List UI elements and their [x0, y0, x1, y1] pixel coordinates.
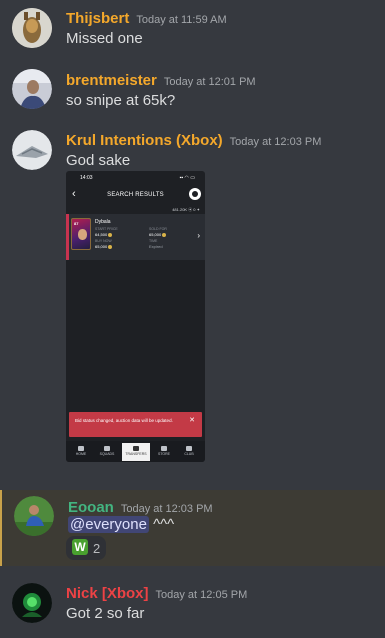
- settings-icon: [189, 188, 201, 200]
- transfers-icon: [133, 446, 139, 451]
- w-emoji-icon: W: [72, 539, 88, 555]
- coin-icon: [162, 232, 167, 237]
- timestamp: Today at 11:59 AM: [136, 14, 227, 26]
- timestamp: Today at 12:01 PM: [163, 76, 256, 88]
- image-attachment[interactable]: 14:03 ▪▪ ◠ ▭ ‹ SEARCH RESULTS 481.20K ⦿ …: [66, 171, 205, 462]
- listing-accent: [66, 214, 69, 260]
- time-value: Expired: [149, 244, 163, 249]
- username[interactable]: Thijsbert Today at 11:59 AM: [66, 10, 227, 27]
- avatar[interactable]: [12, 8, 52, 48]
- close-icon: ✕: [189, 417, 195, 424]
- message-text: so snipe at 65k?: [66, 92, 176, 109]
- username[interactable]: Nick [Xbox] Today at 12:05 PM: [66, 585, 247, 602]
- home-icon: [78, 446, 84, 451]
- reaction-button[interactable]: W 2: [66, 536, 106, 560]
- tab-store: STORE: [152, 443, 176, 461]
- player-card-image: 87: [71, 218, 91, 250]
- coin-balance: 481.20K ⦿ 0 ✦: [172, 207, 200, 212]
- message-nick: Nick [Xbox] Today at 12:05 PM Got 2 so fa…: [0, 578, 385, 638]
- timestamp: Today at 12:03 PM: [120, 503, 213, 515]
- player-face: [78, 229, 87, 240]
- message-brentmeister: brentmeister Today at 12:01 PM so snipe a…: [0, 62, 385, 122]
- player-name: Dybala: [95, 219, 111, 225]
- start-price: 64,500: [95, 232, 113, 237]
- message-text: @everyone ^^^: [68, 516, 174, 533]
- message-body: ^^^: [153, 516, 175, 533]
- tab-club: CLUB: [177, 443, 201, 461]
- signal-icons: ▪▪ ◠ ▭: [179, 175, 195, 181]
- message-thijsbert: Thijsbert Today at 11:59 AM Missed one: [0, 0, 385, 60]
- phone-status-bar: 14:03 ▪▪ ◠ ▭: [66, 171, 205, 183]
- sold-for-label: SOLD FOR: [149, 227, 167, 231]
- time-label: TIME: [149, 239, 158, 243]
- message-text: Got 2 so far: [66, 605, 145, 622]
- screen-title: SEARCH RESULTS: [107, 192, 164, 198]
- message-eooan: Eooan Today at 12:03 PM @everyone ^^^: [0, 490, 385, 566]
- start-price-label: START PRICE: [95, 227, 118, 231]
- sold-for-price: 65,000: [149, 232, 167, 237]
- toast-text: Bid status changed, auction data will be…: [75, 418, 173, 423]
- everyone-mention[interactable]: @everyone: [68, 516, 149, 533]
- coin-icon: [108, 244, 113, 249]
- avatar[interactable]: [12, 130, 52, 170]
- reaction-count: 2: [93, 541, 101, 556]
- avatar[interactable]: [12, 583, 52, 623]
- tab-home: HOME: [69, 443, 93, 461]
- message-text: God sake: [66, 152, 131, 169]
- store-icon: [161, 446, 167, 451]
- buy-now-price: 65,000: [95, 244, 113, 249]
- coin-icon: [108, 232, 113, 237]
- club-icon: [186, 446, 192, 451]
- tab-transfers: TRANSFERS: [122, 443, 150, 461]
- squads-icon: [104, 446, 110, 451]
- timestamp: Today at 12:03 PM: [229, 136, 322, 148]
- chevron-right-icon: ›: [197, 231, 200, 240]
- toast-notification: Bid status changed, auction data will be…: [69, 412, 202, 437]
- buy-now-label: BUY NOW: [95, 239, 112, 243]
- tab-squads: SQUADS: [95, 443, 119, 461]
- username[interactable]: Eooan Today at 12:03 PM: [68, 499, 213, 516]
- phone-header: ‹ SEARCH RESULTS: [66, 185, 205, 205]
- phone-time: 14:03: [80, 175, 93, 181]
- phone-tab-bar: HOME SQUADS TRANSFERS STORE CLUB: [66, 441, 205, 462]
- timestamp: Today at 12:05 PM: [155, 589, 248, 601]
- player-rating: 87: [74, 221, 79, 226]
- avatar[interactable]: [12, 69, 52, 109]
- player-listing: 87 Dybala START PRICE 64,500 BUY NOW 65,…: [66, 214, 205, 260]
- username[interactable]: Krul Intentions (Xbox) Today at 12:03 PM: [66, 132, 321, 149]
- username[interactable]: brentmeister Today at 12:01 PM: [66, 72, 256, 89]
- avatar[interactable]: [14, 496, 54, 536]
- message-text: Missed one: [66, 30, 143, 47]
